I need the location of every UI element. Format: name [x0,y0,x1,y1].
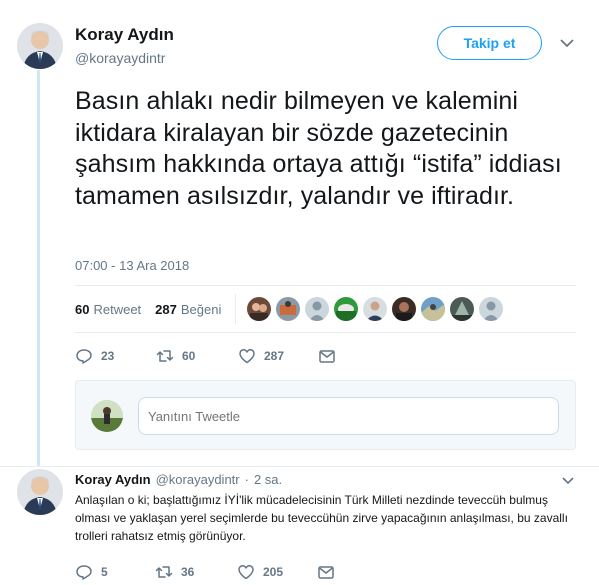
retweet-count: 60 [182,349,196,363]
liker-avatar[interactable] [392,297,416,321]
like-button[interactable]: 205 [237,563,317,581]
divider [75,332,576,333]
message-button[interactable] [317,563,335,581]
reply-count: 5 [101,565,108,579]
divider [75,285,576,286]
like-stat-label: Beğeni [180,302,222,317]
liker-avatar[interactable] [334,297,358,321]
tweet-actions: 23 60 287 [75,347,336,365]
reply-author-avatar[interactable] [17,469,63,515]
reply-time[interactable]: 2 sa. [254,472,282,487]
retweet-button[interactable]: 60 [156,347,238,365]
avatar-image [17,23,63,69]
tweet-timestamp[interactable]: 07:00 - 13 Ara 2018 [75,258,189,273]
author-name[interactable]: Koray Aydın [75,25,174,45]
liker-avatar[interactable] [421,297,445,321]
retweet-count: 36 [181,565,195,579]
avatar-image [17,469,63,515]
like-stat[interactable]: 287 Beğeni [155,302,221,317]
liker-avatar[interactable] [363,297,387,321]
envelope-icon [318,566,334,579]
reply-text: Anlaşılan o ki; başlattığımız İYİ'lik mü… [75,493,568,543]
reply-icon [76,565,92,580]
author-handle[interactable]: @korayaydintr [75,50,165,66]
current-user-avatar[interactable] [91,400,123,432]
reply-author-name[interactable]: Koray Aydın [75,472,151,487]
reply-actions: 5 36 205 [75,563,335,581]
tweet-stats: 60 Retweet 287 Beğeni [75,302,221,317]
author-avatar[interactable] [17,23,63,69]
chevron-down-icon[interactable] [561,476,575,486]
message-button[interactable] [318,347,336,365]
reply-count: 23 [101,349,115,363]
follow-button[interactable]: Takip et [437,26,542,60]
retweet-stat-label: Retweet [93,302,142,317]
retweet-stat[interactable]: 60 Retweet [75,302,141,317]
liker-avatar[interactable] [479,297,503,321]
liker-avatar[interactable] [276,297,300,321]
like-count: 205 [263,565,284,579]
reply-icon [76,349,92,364]
avatar-image [91,400,123,432]
retweet-icon [155,566,173,578]
liker-avatar[interactable] [247,297,271,321]
like-count: 287 [264,349,285,363]
liker-avatars [247,297,503,321]
heart-icon [239,349,255,364]
reply-button[interactable]: 5 [75,563,155,581]
stats-separator [235,294,236,324]
reply-separator: · [244,472,249,487]
tweet-text: Basın ahlakı nedir bilmeyen ve kalemini … [75,87,562,210]
like-button[interactable]: 287 [238,347,318,365]
envelope-icon [319,350,335,363]
reply-header: Koray Aydın @korayaydintr · 2 sa. [75,472,282,487]
divider [0,466,599,467]
heart-icon [238,565,254,580]
reply-button[interactable]: 23 [75,347,156,365]
thread-line [37,70,40,466]
like-stat-count: 287 [155,302,177,317]
retweet-icon [156,350,174,362]
liker-avatar[interactable] [305,297,329,321]
retweet-button[interactable]: 36 [155,563,237,581]
liker-avatar[interactable] [450,297,474,321]
chevron-down-icon[interactable] [559,37,575,49]
retweet-stat-count: 60 [75,302,90,317]
reply-author-handle[interactable]: @korayaydintr [156,472,240,487]
reply-input[interactable] [138,397,559,435]
